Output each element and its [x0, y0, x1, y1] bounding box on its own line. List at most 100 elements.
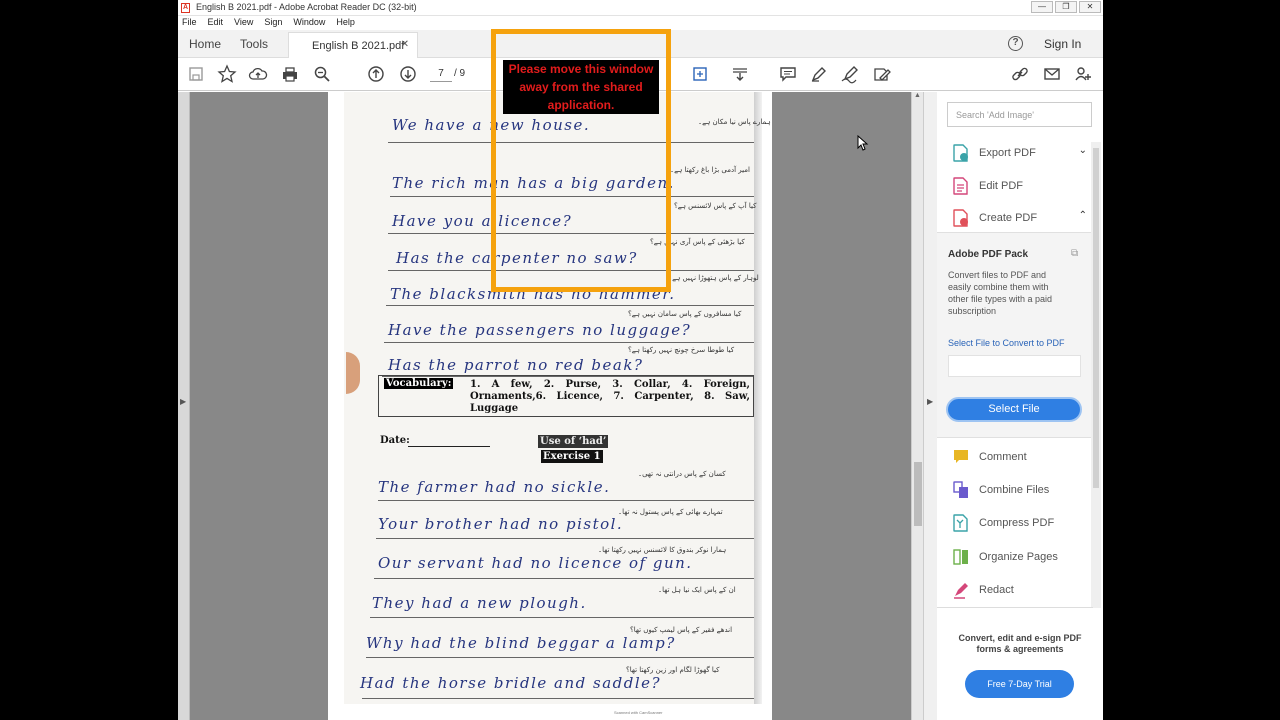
- tools-search-input[interactable]: Search 'Add Image': [947, 102, 1092, 127]
- page-down-icon[interactable]: [398, 64, 418, 84]
- handwritten-sentence: Has the parrot no red beak?: [388, 356, 644, 374]
- menu-edit[interactable]: Edit: [208, 16, 229, 30]
- urdu-text: کسان کے پاس درانتی نہ تھی۔: [638, 470, 726, 478]
- document-scrollbar[interactable]: ▲: [911, 92, 923, 720]
- print-icon[interactable]: [280, 64, 300, 84]
- tool-edit-pdf[interactable]: Edit PDF: [953, 177, 1093, 197]
- acrobat-app-icon: A: [181, 3, 190, 13]
- create-pdf-icon: [953, 209, 968, 227]
- share-user-icon[interactable]: [1073, 64, 1093, 84]
- expand-left-icon[interactable]: ▶: [180, 397, 186, 406]
- handwritten-sentence: The farmer had no sickle.: [378, 478, 611, 496]
- tools-pane-scrollbar[interactable]: [1091, 142, 1101, 608]
- zoom-search-icon[interactable]: [312, 64, 332, 84]
- collapse-right-icon[interactable]: ▶: [927, 397, 933, 406]
- page-up-icon[interactable]: [366, 64, 386, 84]
- urdu-text: اندھے فقیر کے پاس لیمپ کیوں تھا؟: [630, 626, 733, 634]
- highlight-pen-icon[interactable]: [809, 64, 829, 84]
- date-line: [408, 446, 490, 447]
- select-file-button[interactable]: Select File: [946, 397, 1082, 422]
- tool-label: Export PDF: [979, 147, 1036, 159]
- tools-pane: Search 'Add Image' Export PDF ⌄ Edit PDF…: [937, 92, 1103, 720]
- help-icon[interactable]: ?: [1008, 36, 1023, 51]
- tab-home[interactable]: Home: [189, 37, 221, 51]
- use-of-heading: Use of ‘had’: [538, 435, 609, 448]
- tool-compress-pdf[interactable]: Compress PDF: [953, 514, 1093, 534]
- tab-tools[interactable]: Tools: [240, 37, 268, 51]
- save-icon[interactable]: [186, 64, 206, 84]
- ruled-line: [378, 500, 754, 501]
- chevron-up-icon[interactable]: ⌃: [1079, 210, 1087, 221]
- comment-icon[interactable]: [778, 64, 798, 84]
- restore-button[interactable]: ❐: [1055, 1, 1077, 13]
- ruled-line: [386, 305, 754, 306]
- urdu-text: تمہارے بھائی کے پاس پستول نہ تھا۔: [618, 508, 723, 516]
- free-trial-button[interactable]: Free 7-Day Trial: [965, 670, 1074, 698]
- tool-label: Comment: [979, 451, 1027, 463]
- sign-pen-icon[interactable]: [840, 64, 860, 84]
- minimize-button[interactable]: —: [1031, 1, 1053, 13]
- scrollbar-thumb[interactable]: [914, 462, 922, 526]
- promo-text: Convert, edit and e-sign PDF forms & agr…: [958, 633, 1082, 654]
- scanner-footer: Scanned with CamScanner: [614, 710, 663, 715]
- menu-file[interactable]: File: [182, 16, 202, 30]
- menu-window[interactable]: Window: [293, 16, 330, 30]
- menu-bar: File Edit View Sign Window Help: [178, 16, 1103, 30]
- tab-document[interactable]: English B 2021.pdf ✕: [288, 32, 418, 59]
- menu-help[interactable]: Help: [336, 16, 360, 30]
- copy-files-icon: ⧉: [1071, 248, 1079, 259]
- mouse-cursor-icon: [857, 135, 869, 151]
- handwritten-sentence: Why had the blind beggar a lamp?: [366, 634, 676, 652]
- menu-view[interactable]: View: [234, 16, 258, 30]
- tool-combine-files[interactable]: Combine Files: [953, 481, 1093, 501]
- upload-cloud-icon[interactable]: [248, 64, 268, 84]
- pdf-pack-title: Adobe PDF Pack: [948, 249, 1029, 260]
- file-drop-field[interactable]: [948, 355, 1081, 377]
- tool-label: Redact: [979, 584, 1014, 596]
- scroll-up-icon[interactable]: ▲: [914, 92, 921, 99]
- handwritten-sentence: Your brother had no pistol.: [378, 515, 624, 533]
- urdu-text: ان کے پاس ایک نیا ہل تھا۔: [658, 586, 736, 594]
- left-panel-toggle[interactable]: ▶: [178, 92, 190, 720]
- ruled-line: [362, 698, 754, 699]
- scroll-mode-icon[interactable]: [730, 64, 750, 84]
- tab-close-icon[interactable]: ✕: [401, 39, 409, 50]
- share-warning-message: Please move this window away from the sh…: [503, 60, 659, 114]
- ruled-line: [376, 538, 754, 539]
- page-edge-shadow: [754, 92, 762, 704]
- compress-pdf-icon: [953, 514, 968, 532]
- organize-pages-icon: [953, 549, 968, 565]
- email-icon[interactable]: [1042, 64, 1062, 84]
- title-bar: A English B 2021.pdf - Adobe Acrobat Rea…: [178, 0, 1103, 16]
- urdu-text: لوہار کے پاس ہتھوڑا نہیں ہے۔: [668, 274, 759, 282]
- tab-document-label: English B 2021.pdf: [312, 40, 405, 52]
- tool-export-pdf[interactable]: Export PDF ⌄: [953, 144, 1093, 164]
- comment-tool-icon: [954, 450, 968, 463]
- handwritten-sentence: Have the passengers no luggage?: [388, 321, 692, 339]
- fill-sign-icon[interactable]: [872, 64, 892, 84]
- link-icon[interactable]: [1010, 64, 1030, 84]
- handwritten-sentence: They had a new plough.: [372, 594, 587, 612]
- menu-sign[interactable]: Sign: [264, 16, 287, 30]
- tool-redact[interactable]: Redact: [953, 581, 1093, 601]
- tool-organize-pages[interactable]: Organize Pages: [953, 548, 1093, 568]
- close-window-button[interactable]: ✕: [1079, 1, 1101, 13]
- redact-icon: [954, 583, 968, 599]
- chevron-down-icon[interactable]: ⌄: [1079, 145, 1087, 156]
- page-number-input[interactable]: 7: [430, 66, 452, 82]
- right-pane-toggle[interactable]: ▶: [923, 92, 937, 720]
- tool-comment[interactable]: Comment: [953, 448, 1093, 468]
- bookmark-star-icon[interactable]: [217, 64, 237, 84]
- tool-create-pdf[interactable]: Create PDF ⌃: [953, 209, 1093, 229]
- tool-label: Compress PDF: [979, 517, 1055, 529]
- urdu-text: کیا مسافروں کے پاس سامان نہیں ہے؟: [628, 310, 742, 318]
- urdu-text: ہمارے پاس نیا مکان ہے۔: [698, 118, 771, 126]
- fit-page-icon[interactable]: [690, 64, 710, 84]
- select-file-link[interactable]: Select File to Convert to PDF: [948, 338, 1065, 348]
- sign-in-button[interactable]: Sign In: [1044, 37, 1081, 51]
- combine-files-icon: [953, 481, 968, 498]
- tools-scroll-thumb[interactable]: [1093, 148, 1099, 488]
- ruled-line: [374, 578, 754, 579]
- ruled-line: [366, 657, 754, 658]
- export-pdf-icon: [953, 144, 968, 162]
